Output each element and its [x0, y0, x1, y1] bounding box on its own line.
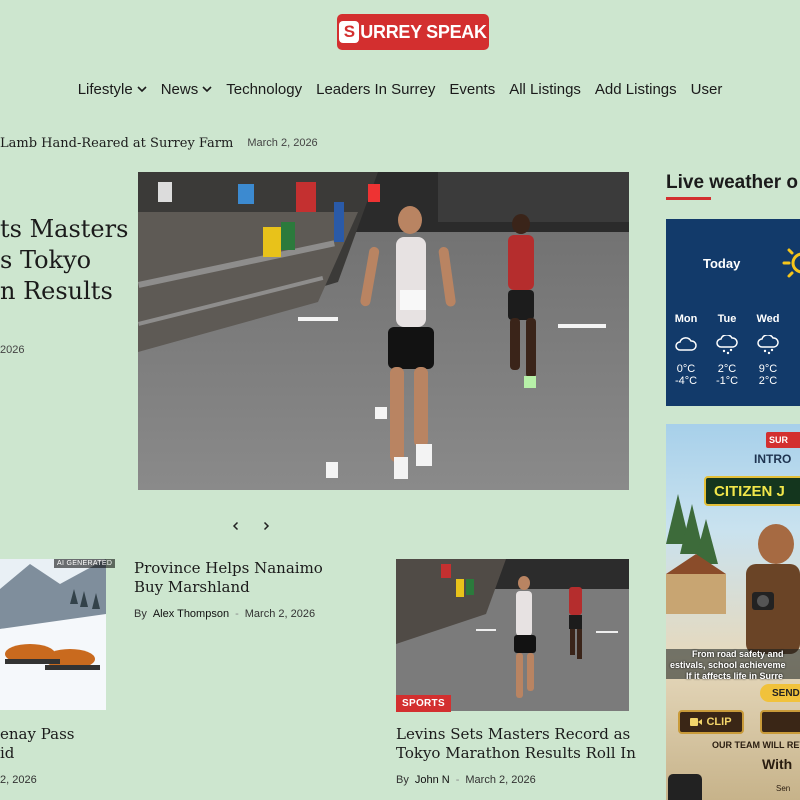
- logo-text: URREY SPEAK: [360, 21, 487, 42]
- nav-label: Lifestyle: [77, 80, 133, 98]
- news-ticker: Lamb Hand-Reared at Surrey Farm March 2,…: [0, 134, 318, 152]
- nav-item-leaders[interactable]: Leaders In Surrey: [316, 78, 435, 100]
- separator-dot: -: [235, 608, 239, 620]
- nav-label: User: [690, 80, 723, 98]
- author-name[interactable]: Alex Thompson: [153, 608, 229, 620]
- widget-title: Live weather o: [666, 172, 798, 193]
- chevron-down-icon: [202, 86, 212, 93]
- ticker-date: March 2, 2026: [247, 137, 318, 149]
- temp-low: -1°C: [715, 375, 739, 387]
- snow-cloud-icon: [757, 335, 779, 355]
- prev-arrow-icon[interactable]: [228, 518, 244, 534]
- card-title-line: id: [0, 744, 15, 762]
- forecast-day: Wed 9°C 2°C: [753, 313, 783, 387]
- nav-label: News: [160, 80, 199, 98]
- card-title[interactable]: enay Pass id: [0, 725, 110, 763]
- today-label: Today: [703, 256, 741, 271]
- chevron-down-icon: [137, 86, 147, 93]
- temp-high: 0°C: [676, 363, 696, 375]
- video-camera-icon: [690, 718, 703, 726]
- marathon-photo: [138, 172, 629, 490]
- hero-date: 2026: [0, 344, 25, 356]
- snow-cloud-icon: [716, 335, 738, 355]
- day-name: Mon: [674, 313, 698, 325]
- nav-item-all-listings[interactable]: All Listings: [509, 78, 581, 100]
- title-underline: [666, 197, 711, 200]
- nav-label: Add Listings: [594, 80, 677, 98]
- sun-icon: [782, 248, 800, 278]
- day-name: Tue: [717, 313, 737, 325]
- card-meta: 2, 2026: [0, 774, 37, 786]
- ad-text-line: estivals, school achieveme: [670, 660, 786, 670]
- weather-widget[interactable]: Today Mon 0°C -4°C Tue 2°C -1°C Wed 9°C …: [666, 219, 800, 406]
- card-title[interactable]: Levins Sets Masters Record as Tokyo Mara…: [396, 725, 636, 763]
- main-nav: Lifestyle News Technology Leaders In Sur…: [0, 78, 800, 100]
- card-date: 2, 2026: [0, 774, 37, 786]
- ad-text-line: From road safety and: [692, 649, 784, 659]
- marathon-thumbnail: [396, 559, 629, 711]
- hero-title[interactable]: ts Masters s Tokyo n Results: [0, 214, 135, 307]
- ad-review-text: OUR TEAM WILL REVI: [712, 740, 800, 750]
- cloud-icon: [675, 337, 697, 351]
- nav-item-news[interactable]: News: [161, 78, 213, 100]
- hero-title-line: s Tokyo: [0, 246, 92, 274]
- by-label: By: [396, 774, 409, 786]
- author-name[interactable]: John N: [415, 774, 450, 786]
- ad-with-text: With: [762, 756, 793, 772]
- separator-dot: -: [455, 774, 460, 786]
- ad-logo: SUR: [766, 432, 800, 448]
- card-title-line: enay Pass: [0, 725, 75, 743]
- temp-low: -4°C: [674, 375, 698, 387]
- by-label: By: [134, 608, 147, 620]
- card-date: March 2, 2026: [465, 774, 536, 786]
- ad-clip-label: CLIP: [706, 716, 732, 728]
- nav-label: Technology: [226, 80, 303, 98]
- ad-intro: INTRO: [754, 452, 792, 466]
- snow-scene-image: [0, 559, 106, 710]
- ad-text-line: If it affects life in Surre: [686, 671, 784, 681]
- card-title[interactable]: Province Helps Nanaimo Buy Marshland: [134, 559, 354, 597]
- card-meta: By John N - March 2, 2026: [396, 774, 536, 786]
- category-badge[interactable]: SPORTS: [396, 695, 451, 712]
- card-image[interactable]: [0, 559, 106, 710]
- ticker-headline[interactable]: Lamb Hand-Reared at Surrey Farm: [0, 136, 233, 151]
- temp-low: 2°C: [758, 375, 778, 387]
- next-arrow-icon[interactable]: [258, 518, 274, 534]
- nav-item-add-listings[interactable]: Add Listings: [595, 78, 677, 100]
- forecast-day: Mon 0°C -4°C: [671, 313, 701, 387]
- citizen-journalist-ad[interactable]: SUR INTRO CITIZEN J From road safety and…: [666, 424, 800, 800]
- hero-title-line: ts Masters: [0, 215, 129, 243]
- ad-sent-text: Sen: [776, 784, 791, 793]
- phone-icon: [668, 774, 702, 800]
- ad-clip-button[interactable]: CLIP: [678, 710, 744, 734]
- nav-item-technology[interactable]: Technology: [226, 78, 302, 100]
- ad-send-button[interactable]: SEND: [760, 684, 800, 702]
- ai-generated-badge: AI GENERATED: [54, 559, 116, 568]
- nav-item-lifestyle[interactable]: Lifestyle: [78, 78, 147, 100]
- card-date: March 2, 2026: [244, 608, 316, 620]
- nav-item-user[interactable]: User: [691, 78, 723, 100]
- nav-label: Leaders In Surrey: [316, 80, 436, 98]
- temp-high: 2°C: [717, 363, 737, 375]
- nav-item-events[interactable]: Events: [449, 78, 495, 100]
- ad-headline: CITIZEN J: [704, 476, 800, 506]
- temp-high: 9°C: [758, 363, 778, 375]
- card-meta: By Alex Thompson - March 2, 2026: [134, 608, 315, 620]
- ad-photo-button[interactable]: [760, 710, 800, 734]
- hero-image[interactable]: [138, 172, 629, 490]
- hero-title-line: n Results: [0, 277, 113, 305]
- day-name: Wed: [756, 313, 780, 325]
- nav-label: Events: [449, 80, 496, 98]
- carousel-controls: [228, 518, 274, 534]
- forecast-day: Tue 2°C -1°C: [712, 313, 742, 387]
- site-logo[interactable]: S URREY SPEAK: [337, 14, 489, 50]
- logo-mark: S: [339, 21, 360, 43]
- nav-label: All Listings: [509, 80, 581, 98]
- card-image[interactable]: [396, 559, 629, 711]
